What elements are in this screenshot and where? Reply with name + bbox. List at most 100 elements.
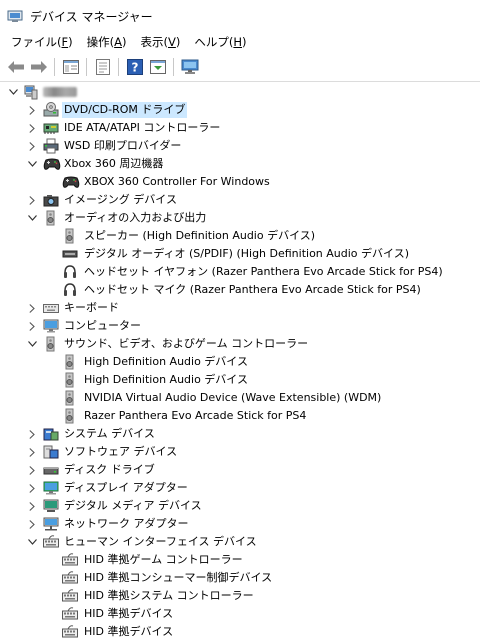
tree-category[interactable]: ヒューマン インターフェイス デバイス — [0, 533, 480, 551]
tree-category[interactable]: サウンド、ビデオ、およびゲーム コントローラー — [0, 335, 480, 353]
tree-item-label: ヒューマン インターフェイス デバイス — [64, 535, 257, 548]
tree-category[interactable]: Xbox 360 周辺機器 — [0, 155, 480, 173]
tree-device[interactable]: XBOX 360 Controller For Windows — [0, 173, 480, 191]
toolbar-separator — [54, 57, 55, 76]
gamepad-icon — [43, 156, 61, 172]
collapse-chevron-icon[interactable] — [27, 159, 37, 169]
menu-help-accel: H — [233, 35, 243, 49]
speaker-icon — [43, 210, 59, 226]
tree-category[interactable]: DVD/CD-ROM ドライブ — [0, 101, 480, 119]
tree-device[interactable]: ヘッドセット イヤフォン (Razer Panthera Evo Arcade … — [0, 263, 480, 281]
tree-item-label: サウンド、ビデオ、およびゲーム コントローラー — [64, 337, 309, 350]
expand-chevron-icon[interactable] — [27, 465, 37, 475]
speaker-icon — [62, 228, 78, 244]
collapse-chevron-icon[interactable] — [27, 339, 37, 349]
tree-device[interactable]: HID 準拠デバイス — [0, 623, 480, 640]
expand-chevron-icon[interactable] — [27, 195, 37, 205]
menu-action[interactable]: 操作(A) — [80, 32, 134, 52]
tree-category[interactable]: デジタル メディア デバイス — [0, 497, 480, 515]
expand-chevron-icon[interactable] — [27, 447, 37, 457]
hid-icon — [43, 534, 59, 550]
tree-device[interactable]: ヘッドセット マイク (Razer Panthera Evo Arcade St… — [0, 281, 480, 299]
view-icon — [149, 59, 166, 74]
network-adapter-icon — [43, 516, 59, 532]
scan-hardware-button[interactable] — [178, 56, 201, 78]
window-title: デバイス マネージャー — [30, 9, 153, 24]
expand-chevron-icon[interactable] — [27, 501, 37, 511]
tree-item-label: スピーカー (High Definition Audio デバイス) — [84, 229, 316, 242]
menu-view[interactable]: 表示(V) — [134, 32, 188, 52]
tree-item-label: High Definition Audio デバイス — [84, 373, 248, 386]
disk-drive-icon — [43, 462, 59, 478]
expand-chevron-icon[interactable] — [27, 483, 37, 493]
collapse-chevron-icon[interactable] — [27, 213, 37, 223]
menu-file[interactable]: ファイル(F) — [4, 32, 80, 52]
tree-root[interactable] — [0, 83, 480, 101]
tree-device[interactable]: NVIDIA Virtual Audio Device (Wave Extens… — [0, 389, 480, 407]
title-bar: デバイス マネージャー — [0, 0, 480, 32]
forward-button[interactable] — [27, 56, 50, 78]
menu-file-tail: ) — [68, 35, 73, 49]
hid-icon — [62, 552, 78, 568]
display-adapter-icon — [43, 480, 59, 496]
expand-chevron-icon[interactable] — [27, 519, 37, 529]
tree-item-label: イメージング デバイス — [64, 193, 177, 206]
tree-item-label: HID 準拠ゲーム コントローラー — [84, 553, 243, 566]
tree-category[interactable]: ネットワーク アダプター — [0, 515, 480, 533]
expand-chevron-icon[interactable] — [27, 321, 37, 331]
tree-device[interactable]: スピーカー (High Definition Audio デバイス) — [0, 227, 480, 245]
hid-icon — [62, 570, 78, 586]
ide-controller-icon — [43, 120, 59, 136]
tree-item-label: デジタル メディア デバイス — [64, 499, 202, 512]
view-button[interactable] — [146, 56, 169, 78]
tree-device[interactable]: HID 準拠ゲーム コントローラー — [0, 551, 480, 569]
tree-category[interactable]: オーディオの入力および出力 — [0, 209, 480, 227]
help-button[interactable]: ? — [123, 56, 146, 78]
tree-item-label: キーボード — [64, 301, 119, 314]
tree-category[interactable]: イメージング デバイス — [0, 191, 480, 209]
tree-item-label: ディスク ドライブ — [64, 463, 155, 476]
show-hide-console-tree-icon — [62, 59, 79, 74]
expand-chevron-icon[interactable] — [27, 105, 37, 115]
expand-chevron-icon[interactable] — [27, 429, 37, 439]
collapse-chevron-icon[interactable] — [27, 537, 37, 547]
tree-device[interactable]: High Definition Audio デバイス — [0, 371, 480, 389]
tree-device[interactable]: デジタル オーディオ (S/PDIF) (High Definition Aud… — [0, 245, 480, 263]
menu-file-label: ファイル( — [11, 35, 62, 49]
tree-device[interactable]: High Definition Audio デバイス — [0, 353, 480, 371]
computer-icon — [43, 318, 59, 334]
collapse-chevron-icon[interactable] — [8, 87, 18, 97]
tree-category[interactable]: コンピューター — [0, 317, 480, 335]
monitor-icon — [181, 59, 198, 74]
expand-chevron-icon[interactable] — [27, 303, 37, 313]
tree-category[interactable]: WSD 印刷プロバイダー — [0, 137, 480, 155]
tree-device[interactable]: HID 準拠デバイス — [0, 605, 480, 623]
speaker-icon — [62, 408, 78, 424]
tree-item-label: High Definition Audio デバイス — [84, 355, 248, 368]
tree-device[interactable]: Razer Panthera Evo Arcade Stick for PS4 — [0, 407, 480, 425]
hid-icon — [62, 588, 78, 604]
tree-category[interactable]: ディスプレイ アダプター — [0, 479, 480, 497]
gamepad-icon — [62, 174, 80, 190]
tree-category[interactable]: IDE ATA/ATAPI コントローラー — [0, 119, 480, 137]
expand-chevron-icon[interactable] — [27, 141, 37, 151]
back-button[interactable] — [4, 56, 27, 78]
show-hide-tree-button[interactable] — [59, 56, 82, 78]
tree-item-label: ヘッドセット マイク (Razer Panthera Evo Arcade St… — [84, 283, 421, 296]
redacted-computer-name — [43, 87, 77, 97]
tree-item-label: IDE ATA/ATAPI コントローラー — [64, 121, 221, 134]
tree-device[interactable]: HID 準拠コンシューマー制御デバイス — [0, 569, 480, 587]
system-device-icon — [43, 426, 59, 442]
device-tree[interactable]: DVD/CD-ROM ドライブ IDE ATA/ATAPI コントローラー WSD … — [0, 83, 480, 640]
headset-icon — [62, 264, 78, 280]
tree-item-label: ディスプレイ アダプター — [64, 481, 188, 494]
expand-chevron-icon[interactable] — [27, 123, 37, 133]
properties-button[interactable] — [91, 56, 114, 78]
tree-category[interactable]: システム デバイス — [0, 425, 480, 443]
tree-category[interactable]: ソフトウェア デバイス — [0, 443, 480, 461]
menu-help[interactable]: ヘルプ(H) — [187, 32, 253, 52]
keyboard-icon — [43, 300, 59, 316]
tree-device[interactable]: HID 準拠システム コントローラー — [0, 587, 480, 605]
tree-category[interactable]: キーボード — [0, 299, 480, 317]
tree-category[interactable]: ディスク ドライブ — [0, 461, 480, 479]
